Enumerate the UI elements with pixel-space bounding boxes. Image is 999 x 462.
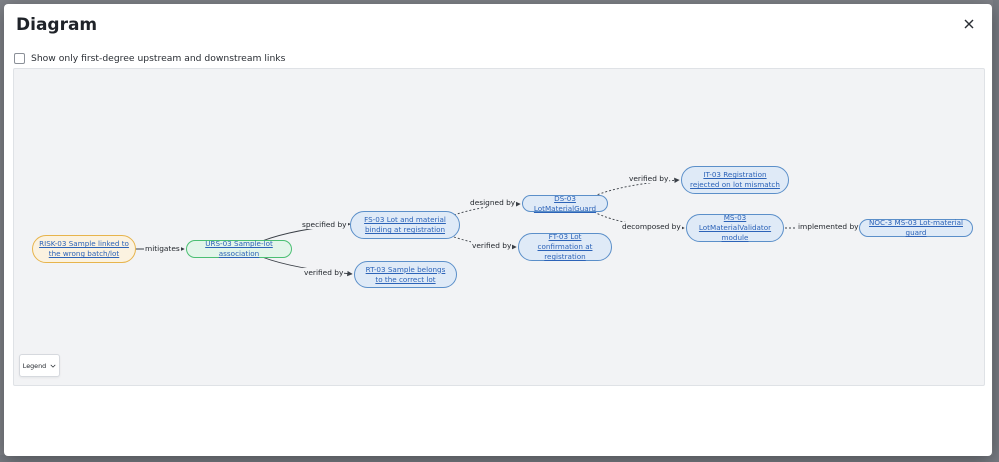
legend-label: Legend: [22, 361, 47, 370]
first-degree-checkbox[interactable]: [14, 52, 25, 64]
edge-label-designed-by: designed by: [469, 198, 517, 207]
node-rt-03-label: RT-03 Sample belongs to the correct lot: [365, 264, 446, 284]
node-noc-3-label: NOC-3 MS-03 Lot-material guard: [869, 218, 963, 237]
node-ft-03[interactable]: FT-03 Lot confirmation at registration: [518, 232, 612, 261]
close-icon: [964, 19, 974, 29]
diagram-canvas[interactable]: mitigates specified by verified by desig…: [13, 68, 985, 386]
node-fs-03[interactable]: FS-03 Lot and material binding at regist…: [350, 211, 460, 239]
edge-label-implemented-by: implemented by: [797, 222, 860, 231]
edge-label-mitigates: mitigates: [144, 244, 181, 253]
node-noc-3[interactable]: NOC-3 MS-03 Lot-material guard: [859, 218, 973, 237]
node-urs-03-label: URS-03 Sample-lot association: [205, 239, 273, 258]
first-degree-toggle[interactable]: Show only first-degree upstream and down…: [14, 50, 285, 66]
edge-label-verified-by-it: verified by: [628, 174, 670, 183]
node-fs-03-label: FS-03 Lot and material binding at regist…: [364, 215, 446, 234]
diagram-dialog: Diagram Show only first-degree upstream …: [4, 4, 992, 456]
node-ms-03-label: MS-03 LotMaterialValidator module: [698, 213, 772, 242]
chevron-down-icon: [50, 364, 56, 368]
node-it-03-label: IT-03 Registration rejected on lot misma…: [690, 170, 780, 189]
node-ms-03[interactable]: MS-03 LotMaterialValidator module: [686, 213, 784, 242]
node-ds-03[interactable]: DS-03 LotMaterialGuard: [522, 193, 608, 213]
first-degree-label: Show only first-degree upstream and down…: [31, 52, 286, 64]
node-ft-03-label: FT-03 Lot confirmation at registration: [537, 232, 593, 261]
legend-button[interactable]: Legend: [19, 354, 60, 377]
node-rt-03[interactable]: RT-03 Sample belongs to the correct lot: [354, 261, 457, 288]
node-risk-03[interactable]: RISK-03 Sample linked to the wrong batch…: [32, 235, 136, 263]
close-button[interactable]: [961, 16, 977, 32]
edge-label-specified-by: specified by: [301, 220, 348, 229]
edge-label-verified-by-ft: verified by: [471, 241, 513, 250]
node-urs-03[interactable]: URS-03 Sample-lot association: [186, 239, 292, 258]
node-it-03[interactable]: IT-03 Registration rejected on lot misma…: [681, 166, 789, 194]
edge-label-decomposed-by: decomposed by: [621, 222, 682, 231]
node-risk-03-label: RISK-03 Sample linked to the wrong batch…: [39, 239, 129, 258]
dialog-title: Diagram: [16, 15, 98, 35]
node-ds-03-label: DS-03 LotMaterialGuard: [533, 193, 597, 213]
edge-label-verified-by-rt: verified by: [303, 268, 345, 277]
